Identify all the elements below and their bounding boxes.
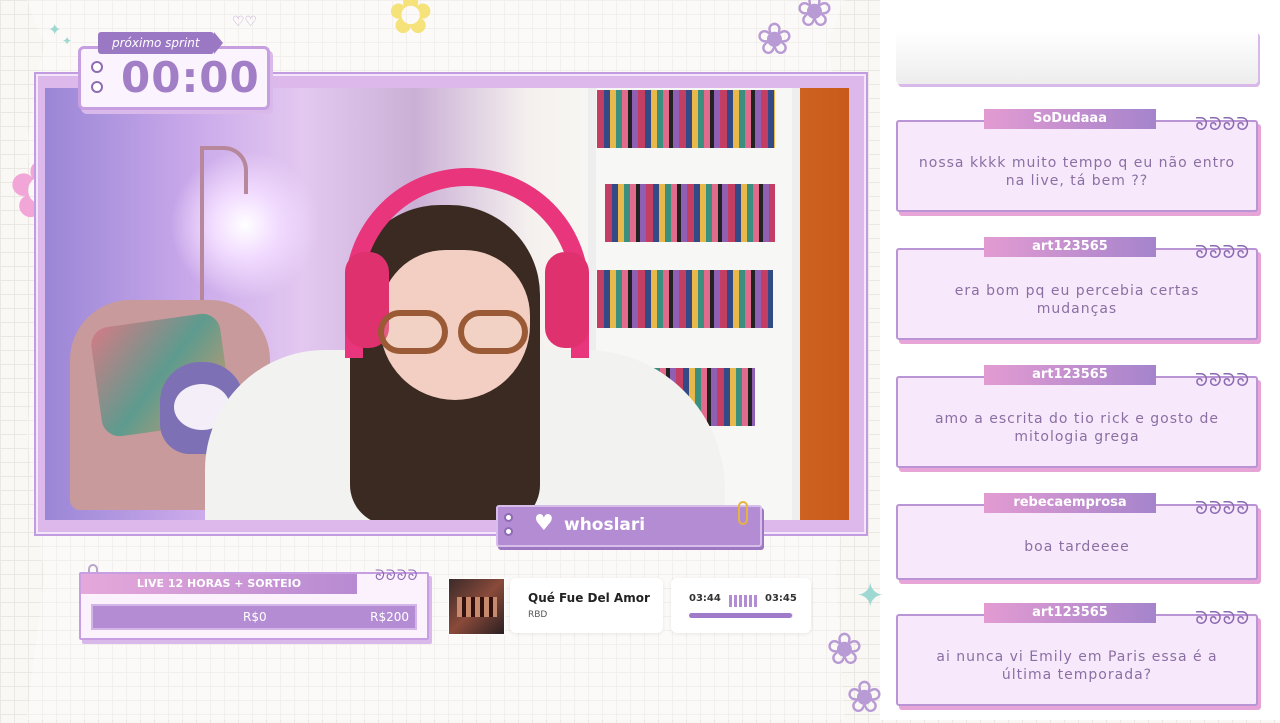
yellow-flower-sticker: ✿: [388, 0, 434, 46]
timer-dot: [91, 81, 103, 93]
chat-username: art123565: [984, 603, 1156, 623]
timer-dot: [91, 61, 103, 73]
music-player: 03:44 03:45: [671, 578, 811, 633]
goal-progress-bar: R$0 R$200: [91, 604, 417, 630]
chat-text: era bom pq eu percebia certas mudanças: [954, 283, 1200, 317]
outline-flower-sticker: ❀: [756, 14, 793, 65]
chat-message: SoDudaaa ᘐᘐᘐᘐ nossa kkkk muito tempo q e…: [896, 109, 1258, 212]
star-icon: ✦: [48, 20, 62, 39]
webcam-feed: [45, 88, 849, 520]
chat-header-card: [896, 30, 1258, 84]
chat-text: ai nunca vi Emily em Paris essa é a últi…: [936, 649, 1218, 683]
now-playing-card: Qué Fue Del Amor RBD: [510, 578, 663, 633]
star-icon: ✦: [856, 576, 885, 616]
binder-rings: ᘐᘐᘐᘐ: [1195, 498, 1250, 519]
chat-username: SoDudaaa: [984, 109, 1156, 129]
binder-rings: ᘐᘐᘐᘐ: [1195, 114, 1250, 135]
equalizer-icon: [729, 595, 757, 607]
donation-goal: LIVE 12 HORAS + SORTEIO ᘐᘐᘐᘐ R$0 R$200: [79, 568, 429, 640]
total-time: 03:45: [765, 593, 797, 604]
heart-icon: ♥: [534, 511, 554, 536]
star-icon: ✦: [62, 34, 73, 48]
sprint-timer: 00:00: [78, 46, 270, 110]
chat-username: rebecaemprosa: [984, 493, 1156, 513]
glasses-lens: [378, 310, 448, 354]
chat-text: nossa kkkk muito tempo q eu não entro na…: [918, 155, 1236, 189]
song-artist: RBD: [528, 610, 548, 620]
song-progress-bar: [689, 613, 793, 618]
headphone-earcup: [545, 252, 589, 348]
goal-current: R$0: [243, 610, 267, 624]
timer-value: 00:00: [121, 53, 260, 102]
lamp: [200, 146, 248, 194]
binder-rings: ᘐᘐᘐᘐ: [375, 568, 419, 584]
timer-label: próximo sprint: [98, 32, 223, 54]
chat-username: art123565: [984, 365, 1156, 385]
lamp-pole: [200, 148, 204, 308]
streamer-nametag: ♥ whoslari: [496, 501, 762, 547]
chat-text: amo a escrita do tio rick e gosto de mit…: [934, 411, 1220, 445]
binder-rings: ᘐᘐᘐᘐ: [1195, 608, 1250, 629]
album-cover: [448, 578, 505, 635]
glasses-lens: [458, 310, 528, 354]
books-row: [597, 90, 775, 148]
elapsed-time: 03:44: [689, 593, 721, 604]
outline-flower-sticker: ❀: [826, 624, 863, 675]
chat-username: art123565: [984, 237, 1156, 257]
song-progress-fill: [689, 613, 792, 618]
goal-title: LIVE 12 HORAS + SORTEIO: [81, 574, 357, 594]
books-row: [597, 270, 773, 328]
heart-doodle-icon: ♡♡: [232, 14, 258, 30]
chat-text: boa tardeeee: [1024, 539, 1130, 555]
song-title: Qué Fue Del Amor: [528, 591, 650, 605]
books-row: [605, 184, 775, 242]
chat-message: art123565 ᘐᘐᘐᘐ amo a escrita do tio rick…: [896, 365, 1258, 468]
chat-message: art123565 ᘐᘐᘐᘐ ai nunca vi Emily em Pari…: [896, 603, 1258, 706]
paperclip-icon: [738, 501, 748, 525]
outline-flower-sticker: ❀: [796, 0, 833, 37]
streamer-name: whoslari: [564, 515, 646, 535]
outline-flower-sticker: ❀: [846, 672, 883, 723]
binder-rings: ᘐᘐᘐᘐ: [1195, 242, 1250, 263]
binder-rings: ᘐᘐᘐᘐ: [1195, 370, 1250, 391]
nametag-dot: [504, 527, 513, 536]
chat-message: art123565 ᘐᘐᘐᘐ era bom pq eu percebia ce…: [896, 237, 1258, 340]
goal-target: R$200: [370, 610, 409, 624]
chat-message: rebecaemprosa ᘐᘐᘐᘐ boa tardeeee: [896, 493, 1258, 580]
nametag-dot: [504, 513, 513, 522]
